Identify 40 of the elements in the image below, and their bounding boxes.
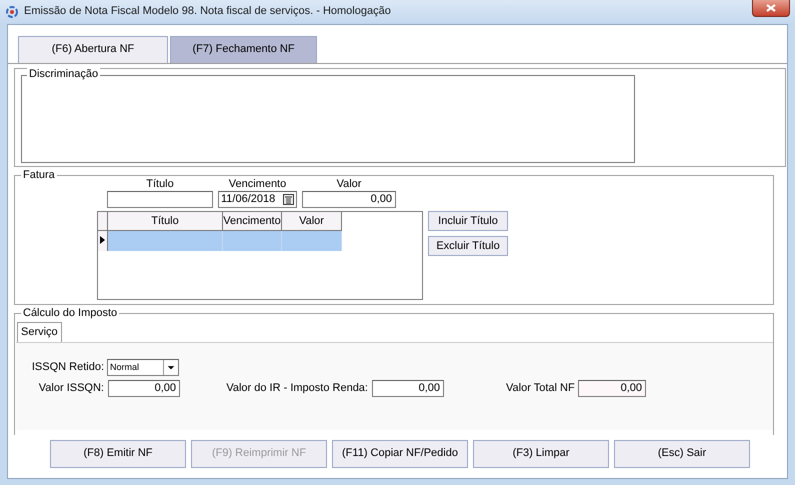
input-field[interactable]: 0,00 [372,380,444,397]
dropdown-value: Normal [110,362,140,373]
close-icon [766,4,776,12]
input-field[interactable]: 11/06/2018 [218,191,297,208]
field-label: Valor do IR - Imposto Renda: [225,382,368,396]
tab[interactable]: (F6) Abertura NF [18,36,168,63]
field-label: Valor [336,178,362,192]
group-legend: Cálculo do Imposto [21,307,120,320]
footer-button[interactable]: (F11) Copiar NF/Pedido [332,440,468,468]
field-label: Vencimento [228,178,286,192]
footer-button[interactable]: (F3) Limpar [473,440,609,468]
column-header: Vencimento [223,212,282,232]
field-label: ISSQN Retido: [30,360,104,374]
window-title: Emissão de Nota Fiscal Modelo 98. Nota fiscal de serviços. - Homologação [24,5,391,19]
tab[interactable]: (F7) Fechamento NF [170,36,317,63]
footer-button[interactable]: (F8) Emitir NF [50,440,186,468]
input-field[interactable]: 0,00 [578,380,646,397]
calendar-icon[interactable] [283,194,294,206]
action-button[interactable]: Excluir Título [428,236,508,256]
footer-button[interactable]: (Esc) Sair [614,440,750,468]
field-label: Valor Total NF [506,382,574,396]
input-field[interactable]: 0,00 [108,380,180,397]
column-header: Valor [282,212,342,232]
grid-corner [98,212,108,232]
input-field[interactable] [107,191,213,208]
date-value: 11/06/2018 [221,193,276,206]
tab[interactable]: Serviço [17,322,62,342]
input-field[interactable]: 0,00 [302,191,396,208]
current-row-icon [100,236,105,244]
titles-grid[interactable]: Título Vencimento Valor [97,211,423,300]
app-icon [6,6,18,18]
field-label: Título [146,178,174,192]
column-header: Título [108,212,223,232]
table-cell [223,231,282,252]
table-cell [282,231,342,252]
group-legend: Discriminação [27,68,100,81]
action-button[interactable]: Incluir Título [428,211,508,232]
close-button[interactable] [752,0,790,17]
field-label: Valor ISSQN: [38,382,104,396]
dropdown[interactable]: Normal [107,359,179,376]
